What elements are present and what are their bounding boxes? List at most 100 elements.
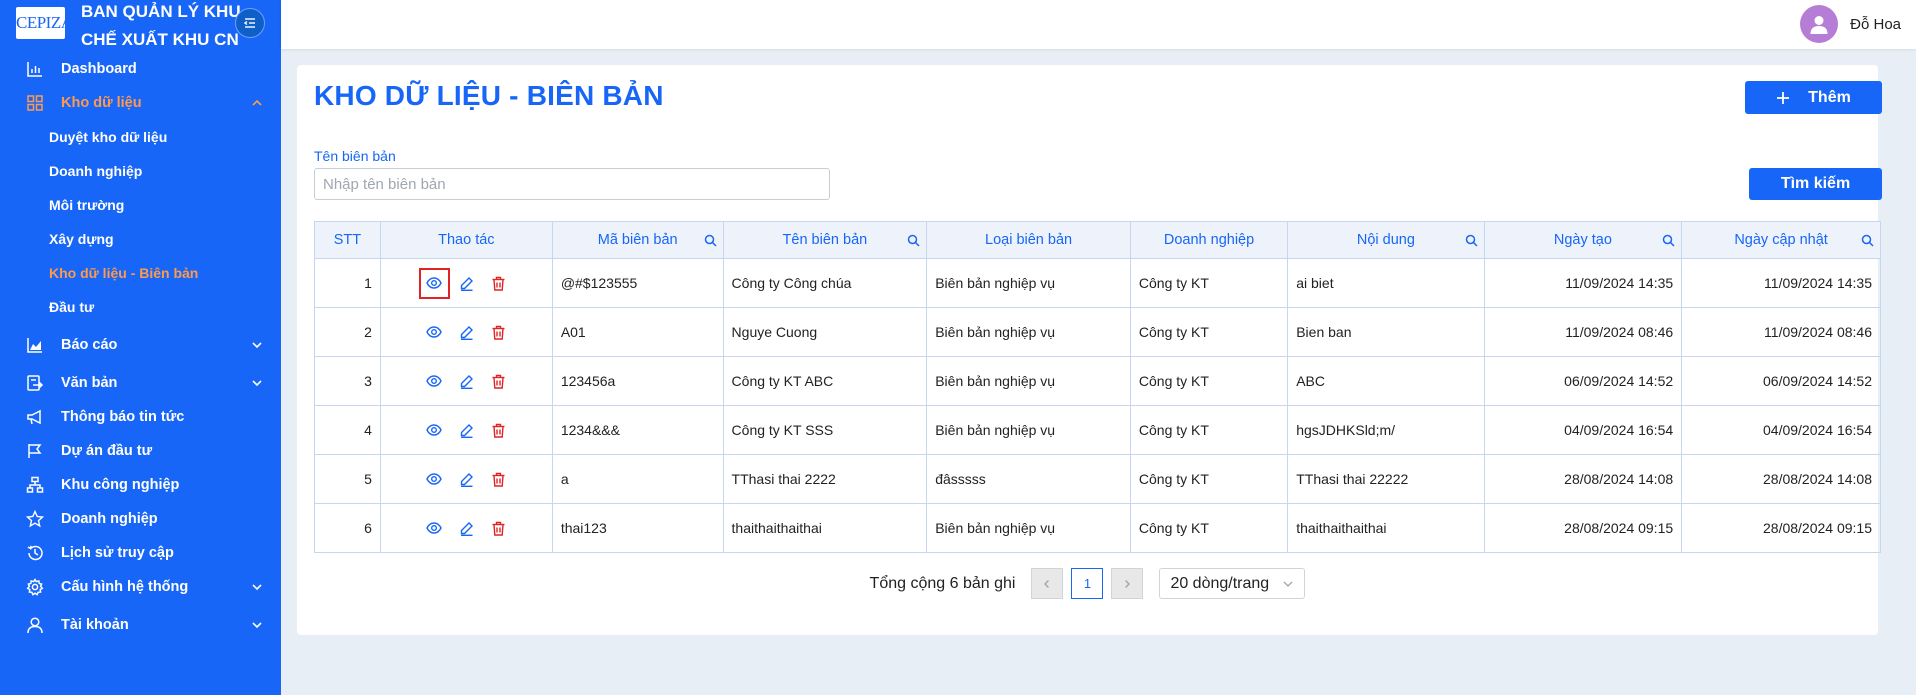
cell-actions — [379, 454, 553, 504]
edit-icon[interactable] — [458, 471, 475, 488]
cell-ten: Công ty KT SSS — [722, 405, 928, 455]
sidebar-subitem-moi-truong[interactable]: Môi trường — [0, 188, 281, 222]
cell-ngay-cap-nhat: 04/09/2024 16:54 — [1681, 405, 1881, 455]
cell-stt: 3 — [314, 356, 381, 406]
table-row: 1 @#$123555 Công ty Công chúa Biên bản nghi… — [314, 258, 1881, 308]
cell-stt: 6 — [314, 503, 381, 553]
records-table: STT Thao tác Mã biên bản Tên biên bản Lo… — [314, 221, 1881, 553]
sidebar-item-tai-khoan[interactable]: Tài khoản — [0, 608, 281, 642]
chevron-up-icon — [252, 99, 262, 106]
history-icon — [26, 544, 44, 562]
search-icon[interactable] — [704, 234, 717, 247]
chevron-down-icon — [252, 380, 262, 387]
search-icon[interactable] — [1465, 234, 1478, 247]
sidebar-item-label: Doanh nghiệp — [61, 511, 158, 527]
cell-stt: 5 — [314, 454, 381, 504]
cell-noi-dung: ABC — [1287, 356, 1485, 406]
delete-icon[interactable] — [490, 422, 507, 439]
sidebar-item-lich-su[interactable]: Lịch sử truy cập — [0, 536, 281, 570]
avatar[interactable] — [1800, 5, 1839, 43]
view-icon[interactable] — [426, 520, 443, 537]
chevron-down-icon — [252, 622, 262, 629]
sidebar-item-khu-cong-nghiep[interactable]: Khu công nghiệp — [0, 468, 281, 502]
view-icon[interactable] — [426, 373, 443, 390]
sidebar-subitem-xay-dung[interactable]: Xây dựng — [0, 222, 281, 256]
cell-ma: @#$123555 — [551, 258, 724, 308]
page-number-button[interactable]: 1 — [1071, 568, 1104, 599]
search-icon[interactable] — [907, 234, 920, 247]
brand-title-line1: BAN QUẢN LÝ KHU — [81, 2, 241, 21]
delete-icon[interactable] — [490, 275, 507, 292]
sidebar-item-bao-cao[interactable]: Báo cáo — [0, 328, 281, 362]
sidebar-item-label: Văn bản — [61, 375, 118, 391]
sidebar-item-cau-hinh[interactable]: Cấu hình hệ thống — [0, 570, 281, 604]
col-header-ngay-cap-nhat: Ngày cập nhật — [1681, 221, 1881, 259]
sidebar-item-doanh-nghiep[interactable]: Doanh nghiệp — [0, 502, 281, 536]
delete-icon[interactable] — [490, 471, 507, 488]
cell-actions — [379, 307, 553, 357]
search-input[interactable] — [314, 168, 830, 200]
chevron-down-icon — [1283, 581, 1293, 587]
sidebar-item-du-an[interactable]: Dự án đầu tư — [0, 434, 281, 468]
cell-noi-dung: TThasi thai 22222 — [1287, 454, 1485, 504]
add-button[interactable]: Thêm — [1745, 81, 1882, 114]
col-header-ten: Tên biên bản — [722, 221, 928, 259]
search-icon[interactable] — [1861, 234, 1874, 247]
sidebar-subitem-bien-ban[interactable]: Kho dữ liệu - Biên bản — [0, 256, 281, 290]
cell-ngay-tao: 11/09/2024 14:35 — [1483, 258, 1683, 308]
col-header-ma: Mã biên bản — [551, 221, 724, 259]
user-menu[interactable]: Đỗ Hoa — [1800, 5, 1901, 43]
cell-actions — [379, 503, 553, 553]
chevron-down-icon — [252, 584, 262, 591]
plus-icon — [1777, 91, 1790, 104]
cell-ngay-tao: 28/08/2024 14:08 — [1483, 454, 1683, 504]
table-row: 3 123456a Công ty KT ABC Biên bản nghiệp vụ… — [314, 356, 1881, 406]
edit-icon[interactable] — [458, 275, 475, 292]
edit-icon[interactable] — [458, 324, 475, 341]
cell-doanh-nghiep: Công ty KT — [1129, 454, 1289, 504]
view-icon[interactable] — [426, 471, 443, 488]
cell-stt: 1 — [314, 258, 381, 308]
megaphone-icon — [26, 408, 44, 426]
prev-page-button[interactable] — [1031, 568, 1064, 599]
sidebar-subitem-duyet-kho[interactable]: Duyệt kho dữ liệu — [0, 120, 281, 154]
brand-title-line2: CHẾ XUẤT KHU CN — [81, 30, 239, 49]
edit-icon[interactable] — [458, 520, 475, 537]
sidebar-subitem-doanh-nghiep[interactable]: Doanh nghiệp — [0, 154, 281, 188]
cell-actions — [379, 356, 553, 406]
delete-icon[interactable] — [490, 520, 507, 537]
cell-loai: Biên bản nghiệp vụ — [926, 258, 1131, 308]
view-icon[interactable] — [418, 267, 450, 299]
col-header-noi-dung: Nội dung — [1287, 221, 1485, 259]
cluster-icon — [26, 476, 44, 494]
cell-loai: Biên bản nghiệp vụ — [926, 356, 1131, 406]
sidebar-item-van-ban[interactable]: Văn bản — [0, 366, 281, 400]
logo[interactable]: CEPIZA — [16, 7, 73, 39]
sidebar-subitem-dau-tu[interactable]: Đầu tư — [0, 290, 281, 324]
sidebar-item-dashboard[interactable]: Dashboard — [0, 52, 281, 86]
sidebar-item-thong-bao[interactable]: Thông báo tin tức — [0, 400, 281, 434]
view-icon[interactable] — [426, 324, 443, 341]
next-page-button[interactable] — [1111, 568, 1144, 599]
add-button-label: Thêm — [1808, 88, 1851, 106]
edit-icon[interactable] — [458, 422, 475, 439]
view-icon[interactable] — [426, 422, 443, 439]
sidebar-item-kho-du-lieu[interactable]: Kho dữ liệu — [0, 86, 281, 120]
submenu-kho-du-lieu: Duyệt kho dữ liệu Doanh nghiệp Môi trườn… — [0, 120, 281, 324]
cell-stt: 4 — [314, 405, 381, 455]
page-size-select[interactable]: 20 dòng/trang — [1159, 568, 1306, 599]
cell-ma: 1234&&& — [551, 405, 724, 455]
sidebar-item-label: Báo cáo — [61, 337, 118, 353]
delete-icon[interactable] — [490, 373, 507, 390]
edit-icon[interactable] — [458, 373, 475, 390]
col-header-loai: Loại biên bản — [926, 221, 1131, 259]
menu-collapse-button[interactable] — [235, 8, 265, 38]
delete-icon[interactable] — [490, 324, 507, 341]
cell-ngay-cap-nhat: 11/09/2024 14:35 — [1681, 258, 1881, 308]
sidebar-item-label: Cấu hình hệ thống — [61, 579, 189, 595]
search-button[interactable]: Tìm kiếm — [1749, 168, 1882, 200]
cell-actions — [379, 405, 553, 455]
sidebar: CEPIZA BAN QUẢN LÝ KHU CHẾ XUẤT KHU CN D… — [0, 0, 281, 695]
sidebar-item-label: Đầu tư — [49, 299, 95, 315]
search-icon[interactable] — [1662, 234, 1675, 247]
